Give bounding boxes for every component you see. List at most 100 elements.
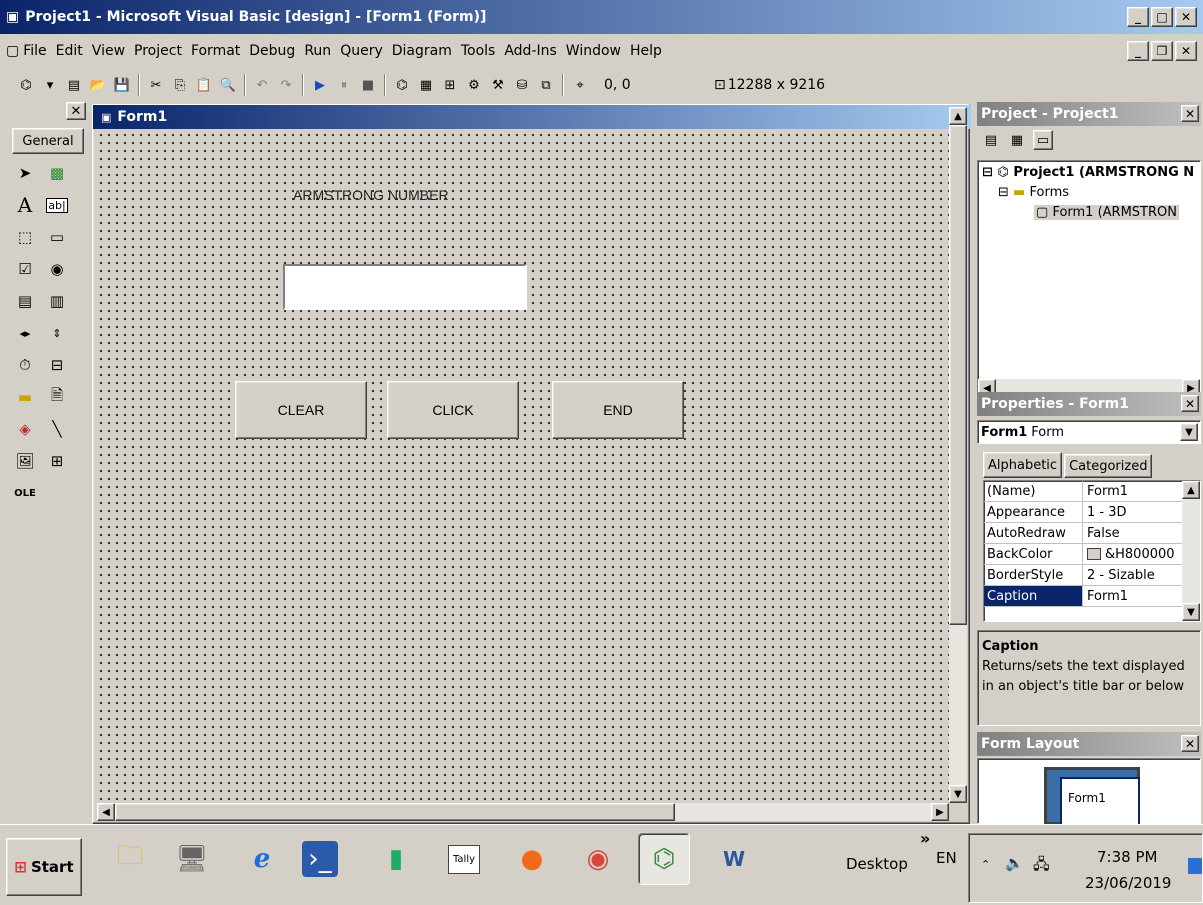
save-icon[interactable]: 💾 (112, 75, 132, 95)
tab-alphabetic[interactable]: Alphabetic (983, 452, 1063, 478)
project-close-icon[interactable]: ✕ (1181, 105, 1199, 122)
internet-explorer-icon[interactable]: e (236, 833, 288, 885)
property-row[interactable]: BorderStyle 2 - Sizable (984, 565, 1200, 586)
close-button[interactable]: ✕ (1175, 7, 1197, 27)
mdi-minimize-button[interactable]: _ (1127, 41, 1149, 61)
show-desktop-icon[interactable] (1188, 858, 1202, 874)
tree-collapse-icon[interactable]: ⊟ (982, 165, 993, 180)
chrome-icon[interactable]: ◉ (572, 833, 624, 885)
drivelistbox-icon[interactable]: ⊟ (42, 350, 72, 380)
shape-icon[interactable]: ◈ (10, 414, 40, 444)
tree-form1-item[interactable]: ▢ Form1 (ARMSTRON (1034, 205, 1179, 220)
toggle-folders-icon[interactable]: ▭ (1033, 130, 1053, 150)
pointer-icon[interactable]: ➤ (10, 158, 40, 188)
form-layout-close-icon[interactable]: ✕ (1181, 735, 1199, 752)
copy-icon[interactable]: ⎘ (170, 75, 190, 95)
menu-project[interactable]: Project (134, 43, 182, 59)
form-layout-icon[interactable]: ⊞ (440, 75, 460, 95)
powershell-icon[interactable]: ›_ (302, 841, 338, 877)
toolbar-chevron-icon[interactable]: » (920, 829, 930, 848)
combobox-icon[interactable]: ▤ (10, 286, 40, 316)
menu-help[interactable]: Help (630, 43, 662, 59)
tree-forms-folder[interactable]: ⊟ ▬ Forms (998, 185, 1069, 200)
view-code-icon[interactable]: ▤ (981, 130, 1001, 150)
line-icon[interactable]: ╲ (42, 414, 72, 444)
mdi-close-button[interactable]: ✕ (1175, 41, 1197, 61)
scroll-down-icon[interactable]: ▼ (949, 785, 967, 803)
cut-icon[interactable]: ✂ (146, 75, 166, 95)
view-object-icon[interactable]: ▦ (1007, 130, 1027, 150)
property-row[interactable]: Appearance 1 - 3D (984, 502, 1200, 523)
toolbox-general-tab[interactable]: General (12, 128, 84, 154)
property-row[interactable]: (Name) Form1 (984, 481, 1200, 502)
break-icon[interactable]: ⏸ (334, 75, 354, 95)
language-indicator[interactable]: EN (936, 849, 957, 867)
form-menu-icon[interactable]: ▢ (6, 43, 19, 59)
optionbutton-icon[interactable]: ◉ (42, 254, 72, 284)
filelistbox-icon[interactable]: 🗎 (42, 382, 72, 412)
project-explorer-icon[interactable]: ⌬ (392, 75, 412, 95)
scroll-down-icon[interactable]: ▼ (1182, 603, 1200, 621)
property-row-selected[interactable]: Caption Form1 (984, 586, 1200, 607)
listbox-icon[interactable]: ▥ (42, 286, 72, 316)
add-form-icon[interactable]: ▾ (40, 75, 60, 95)
tray-expand-icon[interactable]: ⌃ (981, 858, 990, 871)
redo-icon[interactable]: ↷ (276, 75, 296, 95)
toolbox-icon[interactable]: ⚒ (488, 75, 508, 95)
scroll-right-icon[interactable]: ▶ (931, 803, 949, 821)
clear-button[interactable]: CLEAR (235, 381, 367, 439)
data-icon[interactable]: ⊞ (42, 446, 72, 476)
properties-titlebar[interactable]: Properties - Form1 ✕ (977, 392, 1201, 416)
horizontal-scroll-thumb[interactable] (115, 803, 675, 821)
word-icon[interactable]: W (708, 833, 760, 885)
property-row[interactable]: BackColor &H800000 (984, 544, 1200, 565)
maximize-button[interactable]: □ (1151, 7, 1173, 27)
desktop-toolbar-label[interactable]: Desktop (846, 855, 908, 873)
commandbutton-icon[interactable]: ▭ (42, 222, 72, 252)
end-button[interactable]: END (552, 381, 684, 439)
dirlistbox-icon[interactable]: ▬ (10, 382, 40, 412)
picturebox-icon[interactable]: ▩ (42, 158, 72, 188)
menu-edit[interactable]: Edit (56, 43, 83, 59)
undo-icon[interactable]: ↶ (252, 75, 272, 95)
menu-debug[interactable]: Debug (249, 43, 295, 59)
project-explorer-titlebar[interactable]: Project - Project1 ✕ (977, 102, 1201, 126)
tree-collapse-icon[interactable]: ⊟ (998, 185, 1009, 200)
menu-addins[interactable]: Add-Ins (504, 43, 556, 59)
horizontal-scrollbar[interactable]: ◀ ▶ (97, 803, 949, 821)
window-titlebar[interactable]: ▣ Project1 - Microsoft Visual Basic [des… (0, 0, 1203, 34)
toolbox-close-button[interactable]: ✕ (66, 102, 86, 120)
form-layout-titlebar[interactable]: Form Layout ✕ (977, 732, 1201, 756)
armstrong-label[interactable]: ARMSTRONG NUMBER (293, 187, 449, 203)
start-icon[interactable]: ▶ (310, 75, 330, 95)
timer-icon[interactable]: ⏱ (10, 350, 40, 380)
end-icon[interactable]: ■ (358, 75, 378, 95)
checkbox-icon[interactable]: ☑ (10, 254, 40, 284)
server-manager-icon[interactable]: ▮ (370, 833, 422, 885)
visual-basic-taskbar-icon[interactable]: ⌬ (638, 833, 690, 885)
textbox-icon[interactable]: ab| (42, 190, 72, 220)
clock-date[interactable]: 23/06/2019 (1085, 874, 1171, 892)
label-icon[interactable]: A (10, 190, 40, 220)
chevron-down-icon[interactable]: ▼ (1180, 423, 1198, 441)
menu-run[interactable]: Run (304, 43, 331, 59)
properties-close-icon[interactable]: ✕ (1181, 395, 1199, 412)
volume-muted-icon[interactable]: 🔈 (1005, 854, 1024, 872)
file-explorer-icon[interactable]: 🗀 (104, 833, 156, 885)
network-icon[interactable]: 🖧 (1033, 854, 1050, 879)
properties-scrollbar[interactable]: ▲ ▼ (1182, 481, 1200, 621)
form-designer-titlebar[interactable]: ▣ Form1 (93, 105, 971, 129)
vertical-scrollbar[interactable]: ▲ ▼ (949, 107, 967, 803)
paste-icon[interactable]: 📋 (194, 75, 214, 95)
scroll-up-icon[interactable]: ▲ (1182, 481, 1200, 499)
number-textbox[interactable] (283, 264, 527, 310)
mdi-restore-button[interactable]: ❐ (1151, 41, 1173, 61)
open-folder-icon[interactable]: 📂 (88, 75, 108, 95)
menu-file[interactable]: File (23, 43, 46, 59)
scroll-up-icon[interactable]: ▲ (949, 107, 967, 125)
form-canvas[interactable]: ARMSTRONG NUMBER CLEAR CLICK END (97, 131, 949, 813)
data-view-icon[interactable]: ⛁ (512, 75, 532, 95)
firefox-icon[interactable]: ● (506, 833, 558, 885)
vscrollbar-icon[interactable]: ⇕ (42, 318, 72, 348)
click-button[interactable]: CLICK (387, 381, 519, 439)
